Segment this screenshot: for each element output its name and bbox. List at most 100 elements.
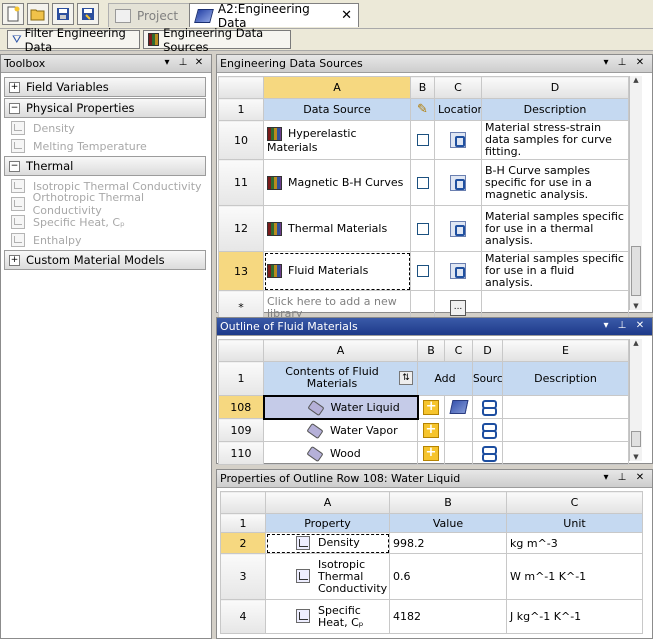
- scroll-down-icon[interactable]: ▼: [630, 302, 642, 310]
- source-link-icon[interactable]: [480, 445, 497, 462]
- edit-checkbox[interactable]: [416, 176, 429, 189]
- library-books-icon: [148, 33, 160, 46]
- close-icon[interactable]: ✕: [634, 472, 646, 483]
- save-icon[interactable]: [52, 3, 74, 25]
- expand-icon[interactable]: +: [9, 254, 20, 266]
- toolbox-item-density[interactable]: Density: [11, 119, 75, 137]
- engineering-data-book-icon: [194, 8, 214, 23]
- collapse-icon[interactable]: −: [9, 102, 20, 114]
- properties-title-bar: Properties of Outline Row 108: Water Liq…: [217, 470, 652, 488]
- header-data-source: Data Source: [263, 98, 411, 121]
- column-letter[interactable]: C: [444, 339, 473, 362]
- toolbox-item-enthalpy[interactable]: Enthalpy: [11, 231, 82, 249]
- column-letter[interactable]: B: [417, 339, 445, 362]
- collapse-icon[interactable]: −: [9, 160, 20, 172]
- property-name: Density: [318, 536, 360, 549]
- browse-button[interactable]: ...: [450, 299, 466, 316]
- outline-scrollbar[interactable]: ▲ ▼: [629, 339, 642, 461]
- close-icon[interactable]: ✕: [634, 57, 646, 68]
- add-to-library-icon[interactable]: [449, 400, 468, 414]
- property-value[interactable]: 4182: [389, 599, 507, 634]
- toolbox-item-melting-temperature[interactable]: Melting Temperature: [11, 137, 147, 155]
- location-link-icon[interactable]: [450, 132, 466, 148]
- table-row[interactable]: 10 Hyperelastic Materials Material stres…: [218, 120, 629, 160]
- location-link-icon[interactable]: [450, 174, 466, 191]
- add-plus-icon[interactable]: +: [423, 422, 439, 438]
- dropdown-icon[interactable]: ▾: [600, 320, 612, 331]
- pin-icon[interactable]: ⊥: [616, 320, 628, 331]
- table-row[interactable]: 12 Thermal Materials Material samples sp…: [218, 205, 629, 252]
- toolbox-group-physical-properties[interactable]: − Physical Properties: [4, 98, 206, 118]
- close-icon[interactable]: ✕: [193, 57, 205, 68]
- property-value[interactable]: 0.6: [389, 553, 507, 600]
- add-plus-icon[interactable]: +: [423, 399, 440, 415]
- column-letter[interactable]: B: [410, 76, 435, 99]
- header-add: Add: [417, 361, 473, 396]
- edit-checkbox[interactable]: [416, 134, 429, 146]
- toolbox-item-orthotropic-thermal-conductivity[interactable]: Orthotropic Thermal Conductivity: [11, 191, 211, 217]
- location-link-icon[interactable]: [450, 263, 466, 279]
- dropdown-icon[interactable]: ▾: [600, 472, 612, 483]
- tab-project[interactable]: Project: [108, 3, 190, 27]
- pin-icon[interactable]: ⊥: [616, 57, 628, 68]
- scroll-up-icon[interactable]: ▲: [630, 339, 642, 347]
- toolbox-group-custom-material-models[interactable]: + Custom Material Models: [4, 250, 206, 270]
- column-letter[interactable]: C: [434, 76, 482, 99]
- sort-icon[interactable]: ⇅: [399, 371, 413, 385]
- pin-icon[interactable]: ⊥: [177, 57, 189, 68]
- column-letter[interactable]: E: [502, 339, 629, 362]
- toolbox-item-specific-heat[interactable]: Specific Heat, Cₚ: [11, 213, 125, 231]
- dropdown-icon[interactable]: ▾: [600, 57, 612, 68]
- column-letter[interactable]: A: [263, 339, 418, 362]
- table-row[interactable]: 110 Wood +: [218, 441, 629, 465]
- column-letter[interactable]: A: [265, 491, 390, 514]
- column-letter[interactable]: C: [506, 491, 643, 514]
- table-row[interactable]: 11 Magnetic B-H Curves B-H Curve samples…: [218, 159, 629, 206]
- dropdown-icon[interactable]: ▾: [161, 57, 173, 68]
- source-name: Magnetic B-H Curves: [288, 175, 404, 189]
- table-row[interactable]: 109 Water Vapor +: [218, 418, 629, 442]
- toolbox-group-thermal[interactable]: − Thermal: [4, 156, 206, 176]
- library-books-icon: [267, 175, 282, 190]
- save-as-icon[interactable]: [77, 3, 99, 25]
- expand-icon[interactable]: +: [9, 81, 20, 93]
- row-number: 10: [218, 120, 264, 160]
- column-letter[interactable]: D: [481, 76, 629, 99]
- pin-icon[interactable]: ⊥: [616, 472, 628, 483]
- header-location: Location: [434, 98, 482, 121]
- outline-panel: Outline of Fluid Materials ▾ ⊥ ✕ A B C D…: [216, 317, 653, 465]
- edit-checkbox[interactable]: [416, 222, 429, 235]
- property-value[interactable]: 998.2: [389, 532, 507, 554]
- source-name: Fluid Materials: [288, 264, 369, 277]
- source-description: Material samples specific for use in a f…: [481, 251, 629, 291]
- table-row[interactable]: 13 Fluid Materials Material samples spec…: [218, 251, 629, 291]
- source-link-icon[interactable]: [480, 399, 497, 416]
- scroll-thumb[interactable]: [631, 246, 641, 296]
- open-folder-icon[interactable]: [27, 3, 49, 25]
- table-row[interactable]: 2 Density 998.2 kg m^-3: [220, 532, 643, 554]
- close-tab-icon[interactable]: ✕: [341, 8, 352, 23]
- close-icon[interactable]: ✕: [634, 320, 646, 331]
- tab-engineering-data[interactable]: A2:Engineering Data ✕: [189, 2, 359, 30]
- scroll-up-icon[interactable]: ▲: [630, 76, 642, 84]
- column-letter[interactable]: B: [389, 491, 507, 514]
- scroll-thumb[interactable]: [631, 431, 641, 447]
- property-unit[interactable]: W m^-1 K^-1: [506, 553, 643, 600]
- add-plus-icon[interactable]: +: [423, 445, 439, 461]
- table-row[interactable]: 3 Isotropic Thermal Conductivity 0.6 W m…: [220, 553, 643, 600]
- table-row[interactable]: 108 Water Liquid +: [218, 394, 629, 420]
- engineering-data-sources-button[interactable]: Engineering Data Sources: [143, 26, 291, 54]
- new-file-icon[interactable]: [2, 3, 24, 25]
- filter-engineering-data-button[interactable]: ⛛ Filter Engineering Data: [7, 26, 140, 54]
- column-letter[interactable]: A: [263, 76, 411, 99]
- toolbox-group-field-variables[interactable]: + Field Variables: [4, 77, 206, 97]
- sources-scrollbar[interactable]: ▲ ▼: [629, 76, 642, 310]
- scroll-down-icon[interactable]: ▼: [630, 453, 642, 461]
- column-letter[interactable]: D: [472, 339, 503, 362]
- property-unit[interactable]: kg m^-3: [506, 532, 643, 554]
- edit-checkbox[interactable]: [416, 265, 429, 277]
- location-link-icon[interactable]: [450, 220, 466, 237]
- source-link-icon[interactable]: [480, 422, 497, 439]
- property-unit[interactable]: J kg^-1 K^-1: [506, 599, 643, 634]
- table-row[interactable]: 4 Specific Heat, Cₚ 4182 J kg^-1 K^-1: [220, 599, 643, 634]
